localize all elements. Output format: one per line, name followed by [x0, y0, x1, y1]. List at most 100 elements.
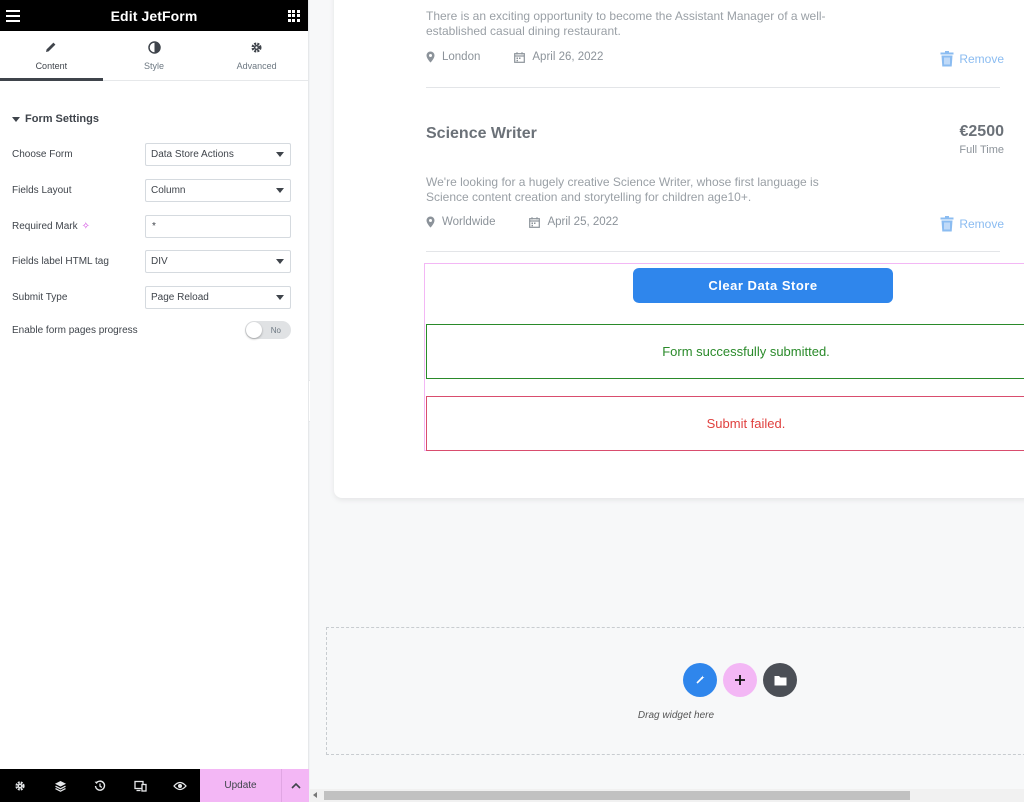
dropdown-arrow-icon [276, 295, 284, 300]
section-title-label: Form Settings [25, 113, 99, 125]
panel-tabs: Content Style Advanced [0, 31, 308, 81]
dynamic-tags-icon[interactable]: ✧ [82, 221, 90, 232]
hamburger-menu-icon[interactable] [6, 9, 20, 22]
app-root: Edit JetForm Content Style Advanced Form… [0, 0, 1024, 802]
settings-gear-icon[interactable] [0, 769, 40, 802]
job2-salary: €2500 Full Time [959, 123, 1004, 156]
preview-canvas: There is an exciting opportunity to beco… [310, 0, 1024, 789]
jetform-widget[interactable]: Clear Data Store Form successfully submi… [424, 263, 1024, 451]
row-fields-layout: Fields Layout Column [12, 179, 291, 202]
toggle-state: No [270, 325, 281, 335]
dropdown-arrow-icon [276, 152, 284, 157]
calendar-icon [529, 216, 541, 228]
scrollbar-thumb[interactable] [324, 791, 910, 800]
layers-icon[interactable] [40, 769, 80, 802]
submit-type-label: Submit Type [12, 292, 68, 303]
choose-form-value: Data Store Actions [151, 149, 234, 160]
tab-advanced-label: Advanced [236, 61, 277, 71]
publish-options-button[interactable] [281, 769, 309, 802]
widget-drop-zone[interactable]: Drag widget here [326, 627, 1024, 755]
submit-type-select[interactable]: Page Reload [145, 286, 291, 309]
map-pin-icon [426, 216, 435, 228]
caret-down-icon [12, 116, 20, 122]
fields-layout-value: Column [151, 185, 186, 196]
choose-form-select[interactable]: Data Store Actions [145, 143, 291, 166]
trash-icon [940, 51, 954, 67]
responsive-mode-icon[interactable] [120, 769, 160, 802]
plus-icon [735, 675, 745, 685]
job2-location: Worldwide [426, 216, 495, 228]
drop-zone-buttons [683, 663, 803, 697]
job1-description: There is an exciting opportunity to beco… [426, 9, 826, 38]
job2-employment-type: Full Time [959, 144, 1004, 156]
required-mark-label: Required Mark [12, 221, 78, 232]
row-submit-type: Submit Type Page Reload [12, 286, 291, 309]
label-tag-select[interactable]: DIV [145, 250, 291, 273]
toggle-knob [246, 322, 262, 338]
panel-title: Edit JetForm [110, 7, 198, 24]
job2-title: Science Writer [426, 125, 537, 142]
update-button[interactable]: Update [200, 769, 281, 802]
history-icon[interactable] [80, 769, 120, 802]
success-message: Form successfully submitted. [426, 324, 1024, 379]
calendar-icon [514, 51, 526, 63]
required-mark-input[interactable]: * [145, 215, 291, 238]
jobs-card: There is an exciting opportunity to beco… [334, 0, 1024, 498]
tab-content[interactable]: Content [0, 31, 103, 81]
job1-location: London [426, 51, 480, 63]
panel-footer: Update [0, 769, 309, 802]
job2-location-text: Worldwide [442, 216, 496, 228]
tab-content-label: Content [35, 61, 68, 71]
pages-progress-label: Enable form pages progress [12, 324, 138, 336]
contrast-icon [147, 40, 161, 54]
trash-icon [940, 216, 954, 232]
map-pin-icon [426, 51, 435, 63]
label-tag-value: DIV [151, 256, 168, 267]
required-mark-label-wrap: Required Mark ✧ [12, 221, 90, 232]
job2-remove-button[interactable]: Remove [940, 216, 1004, 232]
job1-meta: London April 26, 2022 [426, 51, 637, 63]
job2-remove-label: Remove [959, 217, 1004, 231]
widgets-grid-icon[interactable] [287, 9, 300, 22]
job2-meta: Worldwide April 25, 2022 [426, 216, 652, 228]
folder-icon [774, 675, 786, 685]
fields-layout-select[interactable]: Column [145, 179, 291, 202]
dropdown-arrow-icon [276, 188, 284, 193]
row-choose-form: Choose Form Data Store Actions [12, 143, 291, 166]
job-divider [426, 87, 1000, 88]
job2-salary-amount: €2500 [959, 123, 1005, 140]
magic-wand-button[interactable] [683, 663, 717, 697]
tab-advanced[interactable]: Advanced [205, 31, 308, 80]
dropdown-arrow-icon [276, 259, 284, 264]
magic-wand-icon [696, 675, 705, 684]
job1-date-text: April 26, 2022 [532, 51, 604, 63]
fail-message: Submit failed. [426, 396, 1024, 451]
choose-form-label: Choose Form [12, 149, 73, 160]
row-required-mark: Required Mark ✧ * [12, 215, 291, 238]
section-form-settings[interactable]: Form Settings [0, 81, 308, 129]
chevron-up-icon [290, 782, 301, 789]
row-label-tag: Fields label HTML tag DIV [12, 250, 291, 273]
job1-remove-button[interactable]: Remove [940, 51, 1004, 67]
job2-date-text: April 25, 2022 [547, 216, 619, 228]
clear-data-store-button[interactable]: Clear Data Store [633, 268, 893, 303]
pencil-icon [44, 40, 58, 54]
label-tag-label: Fields label HTML tag [12, 256, 109, 267]
drag-widget-label: Drag widget here [637, 710, 715, 721]
job1-location-text: London [442, 51, 481, 63]
job1-date: April 26, 2022 [514, 51, 603, 63]
tab-style[interactable]: Style [103, 31, 206, 80]
scroll-left-arrow-icon[interactable] [313, 792, 317, 798]
submit-type-value: Page Reload [151, 292, 209, 303]
gear-icon [250, 40, 264, 54]
pages-progress-toggle[interactable]: No [245, 321, 291, 339]
horizontal-scrollbar[interactable] [310, 789, 1024, 802]
panel-header: Edit JetForm [0, 0, 308, 31]
fields-layout-label: Fields Layout [12, 185, 72, 196]
preview-eye-icon[interactable] [160, 769, 200, 802]
tab-style-label: Style [144, 61, 165, 71]
add-section-button[interactable] [723, 663, 757, 697]
add-template-button[interactable] [763, 663, 797, 697]
row-pages-progress: Enable form pages progress No [12, 321, 291, 339]
job-divider [426, 251, 1000, 252]
